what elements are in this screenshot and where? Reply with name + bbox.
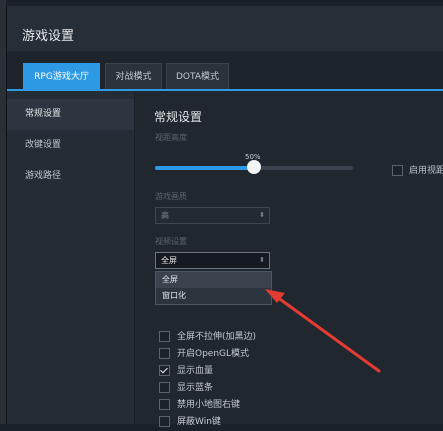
- checkbox-label: 屏蔽Win键: [177, 417, 221, 427]
- view-height-label: 视距高度: [155, 133, 187, 142]
- checkbox-label: 禁用小地图右键: [177, 400, 241, 410]
- title-bar: 游戏设置: [7, 6, 443, 51]
- graphics-label: 游戏画质: [155, 192, 187, 201]
- checkbox-icon: [159, 416, 170, 427]
- slider-fill: [155, 166, 254, 170]
- checkbox-show-mana[interactable]: 显示蓝条: [159, 380, 256, 397]
- tab-rpg-lobby[interactable]: RPG游戏大厅: [23, 63, 100, 89]
- graphics-select[interactable]: 高 ⬍: [155, 207, 270, 224]
- sidebar: 常规设置 改键设置 游戏路径: [7, 91, 135, 424]
- checkbox-icon: [392, 165, 403, 176]
- checkbox-disable-minimap-rightclick[interactable]: 禁用小地图右键: [159, 397, 256, 414]
- settings-content: 常规设置 视距高度 50% 启用视距 游戏画质 高 ⬍ 视频设置 全屏 ⬍ 全屏…: [135, 91, 443, 427]
- display-mode-value: 全屏: [161, 256, 177, 265]
- settings-window: 游戏设置 RPG游戏大厅 对战模式 DOTA模式 常规设置 改键设置 游戏路径 …: [6, 6, 443, 427]
- display-label: 视频设置: [155, 237, 187, 246]
- checkbox-label: 全屏不拉伸(加黑边): [177, 332, 257, 342]
- chevron-updown-icon: ⬍: [259, 256, 265, 264]
- display-mode-select[interactable]: 全屏 ⬍: [155, 252, 270, 269]
- slider-knob[interactable]: [247, 160, 261, 174]
- chevron-updown-icon: ⬍: [259, 211, 265, 219]
- section-title: 常规设置: [154, 110, 203, 124]
- window-title: 游戏设置: [22, 29, 75, 44]
- tab-battle-mode[interactable]: 对战模式: [105, 63, 162, 89]
- checkbox-label: 显示蓝条: [177, 383, 214, 393]
- display-mode-dropdown: 全屏 窗口化: [155, 271, 272, 305]
- view-height-slider[interactable]: [155, 160, 353, 174]
- checkbox-block-win-key[interactable]: 屏蔽Win键: [159, 414, 256, 431]
- checkbox-icon: [159, 399, 170, 410]
- sidebar-item-game-path[interactable]: 游戏路径: [7, 161, 134, 192]
- checkbox-opengl-mode[interactable]: 开启OpenGL模式: [159, 346, 256, 363]
- enable-view-checkbox[interactable]: 启用视距: [392, 163, 443, 176]
- tab-bar: RPG游戏大厅 对战模式 DOTA模式: [7, 51, 443, 91]
- checkbox-label: 开启OpenGL模式: [177, 349, 250, 359]
- checkmark-icon: [159, 365, 170, 376]
- tab-dota-mode[interactable]: DOTA模式: [166, 63, 229, 89]
- checkbox-icon: [159, 348, 170, 359]
- checkbox-options: 全屏不拉伸(加黑边) 开启OpenGL模式 显示血量 显示蓝条 禁用小地图右键 …: [159, 329, 256, 431]
- sidebar-item-keybinds[interactable]: 改键设置: [7, 130, 134, 161]
- checkbox-show-health[interactable]: 显示血量: [159, 363, 256, 380]
- sidebar-item-general[interactable]: 常规设置: [7, 99, 134, 130]
- checkbox-label: 显示血量: [177, 366, 214, 376]
- option-fullscreen[interactable]: 全屏: [156, 272, 271, 288]
- checkbox-icon: [159, 331, 170, 342]
- option-windowed[interactable]: 窗口化: [156, 288, 271, 304]
- enable-view-label: 启用视距: [409, 166, 443, 176]
- checkbox-fullscreen-no-stretch[interactable]: 全屏不拉伸(加黑边): [159, 329, 256, 346]
- graphics-select-value: 高: [161, 211, 169, 220]
- checkbox-icon: [159, 382, 170, 393]
